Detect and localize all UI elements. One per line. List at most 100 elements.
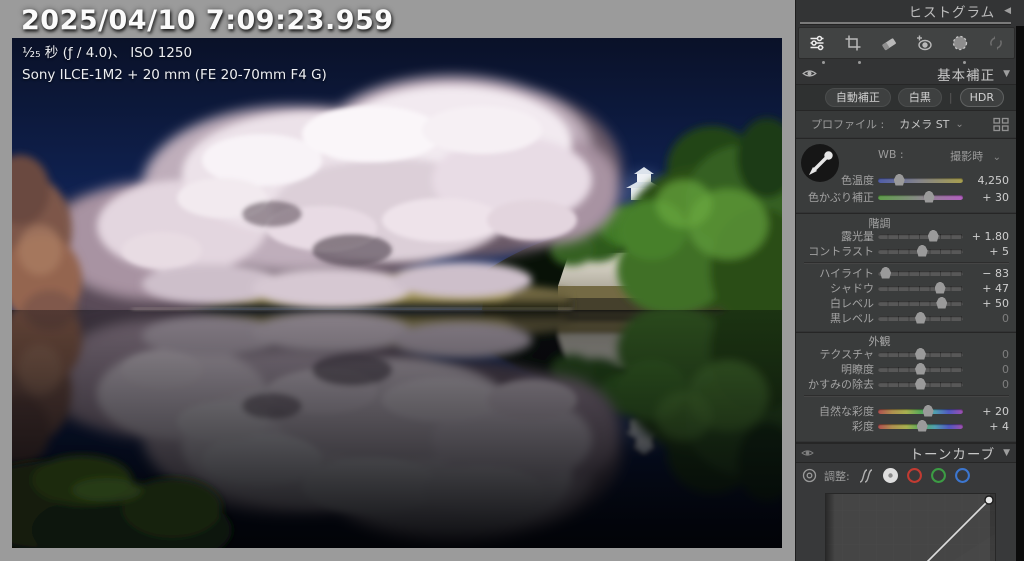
eye-icon[interactable] [802,68,817,79]
wb-value: 撮影時 [950,150,984,163]
point-curve-icon[interactable] [882,467,899,484]
presence-divider [804,395,1009,397]
tone-divider [804,262,1009,264]
crop-icon[interactable] [842,32,864,54]
profile-dropdown[interactable]: カメラ ST [899,116,949,132]
temp-slider[interactable] [878,173,963,186]
whites-slider-row: 白レベル + 50 [796,296,1017,310]
saturation-value[interactable]: + 4 [963,420,1017,433]
texture-slider[interactable] [878,347,963,360]
clarity-slider-thumb[interactable] [915,362,926,375]
exif-camera: Sony ILCE-1M2 + 20 mm (FE 20-70mm F4 G) [22,66,327,83]
eye-icon[interactable] [801,448,814,458]
tint-slider-thumb[interactable] [923,190,935,203]
night-cherry-blossom-photo [12,38,782,548]
red-eye-icon[interactable] [913,32,935,54]
basic-panel-header[interactable]: 基本補正 ▼ [796,63,1017,84]
saturation-slider-thumb[interactable] [916,419,928,432]
exposure-slider-row: 露光量 + 1.80 [796,229,1017,243]
whites-slider-thumb[interactable] [936,296,948,309]
button-separator: | [948,91,953,104]
saturation-slider[interactable] [878,419,963,432]
parametric-curve-icon[interactable] [857,468,875,484]
blacks-value[interactable]: 0 [963,312,1017,325]
clarity-slider[interactable] [878,362,963,375]
tone-curve-editor[interactable] [824,492,997,561]
exif-settings: ¹⁄₂₅ 秒 (ƒ / 4.0)、 ISO 1250 [22,45,193,61]
tone-curve-panel-header[interactable]: トーンカーブ ▼ [796,442,1017,463]
panel-scrollbar[interactable] [1016,26,1024,561]
photo-canvas-area: 2025/04/10 7:09:23.959 ¹⁄₂₅ 秒 (ƒ / 4.0)、… [0,0,795,561]
exposure-slider-thumb[interactable] [927,229,939,242]
shadows-slider[interactable] [878,281,963,294]
dehaze-slider-thumb[interactable] [915,377,926,390]
hdr-button[interactable]: HDR [959,87,1004,108]
tint-label: 色かぶり補正 [808,191,874,204]
contrast-value[interactable]: + 5 [963,245,1017,258]
wb-dropdown[interactable]: 撮影時 ⌄ [950,148,1001,164]
contrast-slider-thumb[interactable] [916,244,928,257]
exposure-label: 露光量 [841,230,874,243]
green-channel-icon[interactable] [930,467,947,484]
dehaze-slider-row: かすみの除去 0 [796,377,1017,391]
tint-slider[interactable] [878,190,963,203]
timestamp-overlay: 2025/04/10 7:09:23.959 [21,5,394,36]
exif-overlay: ¹⁄₂₅ 秒 (ƒ / 4.0)、 ISO 1250 Sony ILCE-1M2… [22,43,327,86]
temp-value[interactable]: 4,250 [963,174,1017,187]
contrast-label: コントラスト [808,245,874,258]
highlights-slider[interactable] [878,266,963,279]
texture-slider-thumb[interactable] [915,347,926,360]
profile-browser-icon[interactable] [993,117,1009,132]
temp-label: 色温度 [841,174,874,187]
masking-icon[interactable] [949,32,971,54]
tint-slider-row: 色かぶり補正 + 30 [796,190,1017,204]
highlights-value[interactable]: − 83 [963,267,1017,280]
dehaze-slider[interactable] [878,377,963,390]
tint-value[interactable]: + 30 [963,191,1017,204]
dehaze-value[interactable]: 0 [963,378,1017,391]
presets-sync-icon[interactable] [985,32,1007,54]
header-divider [800,22,1011,25]
wb-label: WB : [878,148,904,161]
contrast-slider[interactable] [878,244,963,257]
red-channel-icon[interactable] [906,467,923,484]
shadows-slider-row: シャドウ + 47 [796,281,1017,295]
collapse-left-icon[interactable]: ◀ [1004,6,1011,16]
shadows-slider-thumb[interactable] [934,281,946,294]
histogram-panel-header[interactable]: ヒストグラム ◀ [796,0,1017,22]
photo-view[interactable]: ¹⁄₂₅ 秒 (ƒ / 4.0)、 ISO 1250 Sony ILCE-1M2… [12,38,782,548]
saturation-slider-row: 彩度 + 4 [796,419,1017,433]
temp-slider-thumb[interactable] [893,173,905,186]
whites-value[interactable]: + 50 [963,297,1017,310]
blacks-slider-row: 黒レベル 0 [796,311,1017,325]
curve-point[interactable] [984,495,994,505]
vibrance-slider[interactable] [878,404,963,417]
whites-slider[interactable] [878,296,963,309]
profile-row: プロファイル : カメラ ST ⌄ [796,110,1017,137]
presence-block: 外観 テクスチャ 0 明瞭度 0 かすみの除去 0 自然な彩度 + 20 彩度 … [796,332,1017,441]
highlights-slider-thumb[interactable] [880,266,892,279]
histogram-title: ヒストグラム [908,5,996,21]
texture-value[interactable]: 0 [963,348,1017,361]
clarity-value[interactable]: 0 [963,363,1017,376]
bw-button[interactable]: 白黒 [897,87,942,108]
auto-correct-button[interactable]: 自動補正 [824,87,891,108]
tone-block: 階調 露光量 + 1.80 コントラスト + 5 ハイライト − 83 シャドウ… [796,213,1017,331]
edit-sliders-icon[interactable] [806,32,828,54]
collapse-down-icon[interactable]: ▼ [1003,69,1010,79]
vibrance-value[interactable]: + 20 [963,405,1017,418]
exposure-value[interactable]: + 1.80 [963,230,1017,243]
exposure-slider[interactable] [878,229,963,242]
blue-channel-icon[interactable] [954,467,971,484]
targeted-adjustment-icon[interactable] [802,468,817,483]
shadows-value[interactable]: + 47 [963,282,1017,295]
basic-buttons-row: 自動補正 白黒 | HDR [796,84,1017,110]
healing-eraser-icon[interactable] [878,32,900,54]
vibrance-slider-thumb[interactable] [922,404,934,417]
saturation-label: 彩度 [852,420,874,433]
blacks-slider-thumb[interactable] [915,311,926,324]
adjust-label: 調整: [824,469,850,483]
collapse-down-icon[interactable]: ▼ [1003,448,1010,458]
tone-curve-block: 調整: [796,462,1017,561]
blacks-slider[interactable] [878,311,963,324]
